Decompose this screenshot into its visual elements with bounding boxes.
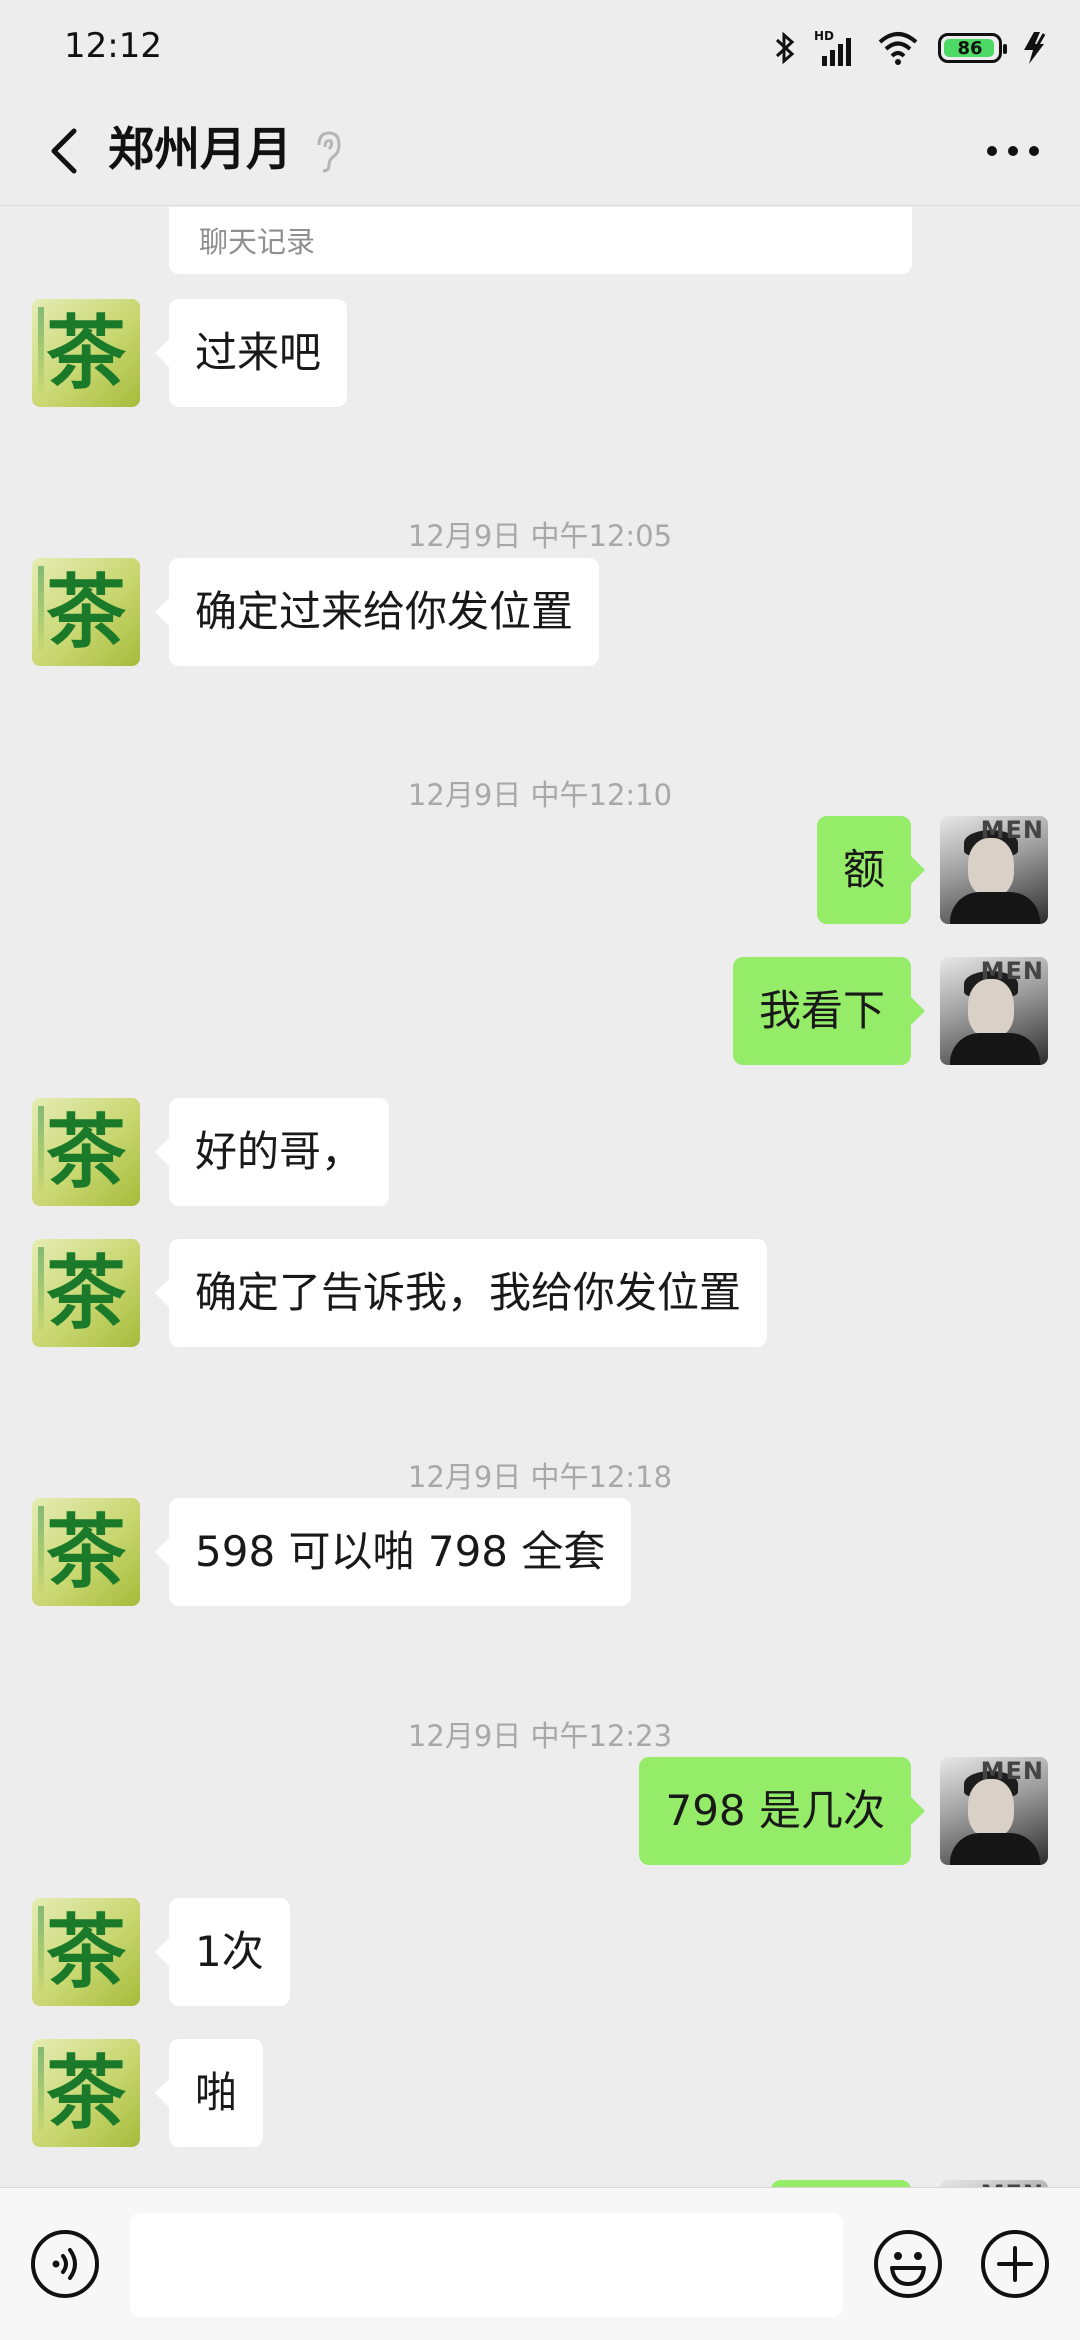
status-time: 12:12 bbox=[64, 26, 162, 66]
hd-signal-icon: HD bbox=[814, 29, 851, 66]
status-icons: HD 86 bbox=[774, 26, 1050, 70]
chevron-left-icon bbox=[51, 128, 77, 174]
contact-avatar[interactable]: 茶 bbox=[32, 1498, 140, 1606]
back-button[interactable] bbox=[28, 116, 98, 186]
svg-text:HD: HD bbox=[814, 29, 834, 43]
message-bubble[interactable]: 598 可以啪 798 全套 bbox=[154, 1498, 632, 1606]
chat-header: 郑州月月 bbox=[0, 96, 1080, 206]
contact-avatar[interactable]: 茶 bbox=[32, 2039, 140, 2147]
contact-avatar[interactable]: 茶 bbox=[32, 299, 140, 407]
my-avatar[interactable]: MEN bbox=[940, 2180, 1048, 2187]
my-avatar[interactable]: MEN bbox=[940, 1757, 1048, 1865]
message-bubble[interactable]: 确定过来给你发位置 bbox=[154, 558, 600, 666]
chat-title: 郑州月月 bbox=[108, 122, 292, 176]
ear-icon bbox=[306, 118, 350, 184]
message-timestamp: 12月9日 中午12:23 bbox=[407, 1719, 673, 1753]
emoji-button[interactable] bbox=[872, 2228, 944, 2300]
message-bubble[interactable] bbox=[771, 2180, 911, 2187]
message-input[interactable] bbox=[130, 2213, 843, 2317]
input-bar bbox=[0, 2187, 1080, 2340]
chat-record-card[interactable]: 聊天记录 bbox=[169, 207, 912, 274]
message-timestamp: 12月9日 中午12:10 bbox=[407, 778, 673, 812]
message-bubble[interactable]: 好的哥， bbox=[154, 1098, 390, 1206]
plus-button[interactable] bbox=[979, 2228, 1051, 2300]
chat-messages[interactable]: 聊天记录 茶 过来吧 12月9日 中午12:05 茶 确定过来给你发位置 12月… bbox=[0, 207, 1080, 2187]
voice-button[interactable] bbox=[29, 2228, 101, 2300]
wifi-icon bbox=[878, 32, 918, 65]
my-avatar[interactable]: MEN bbox=[940, 957, 1048, 1065]
chat-record-label: 聊天记录 bbox=[199, 225, 316, 259]
message-bubble[interactable]: 啪 bbox=[154, 2039, 264, 2147]
message-bubble[interactable]: 1次 bbox=[155, 1898, 290, 2006]
message-bubble[interactable]: 798 是几次 bbox=[639, 1757, 925, 1865]
more-dots-icon bbox=[987, 146, 1039, 156]
status-bar: 12:12 HD 86 bbox=[0, 0, 1080, 96]
battery-icon: 86 bbox=[938, 33, 1007, 63]
message-bubble[interactable]: 确定了告诉我，我给你发位置 bbox=[154, 1239, 768, 1347]
plus-icon bbox=[981, 2230, 1049, 2298]
my-avatar[interactable]: MEN bbox=[940, 816, 1048, 924]
message-bubble[interactable]: 我看下 bbox=[732, 957, 926, 1065]
bluetooth-icon bbox=[775, 31, 795, 65]
contact-avatar[interactable]: 茶 bbox=[32, 1098, 140, 1206]
message-bubble[interactable]: 额 bbox=[816, 816, 926, 924]
emoji-icon bbox=[874, 2230, 942, 2298]
contact-avatar[interactable]: 茶 bbox=[32, 558, 140, 666]
battery-level: 86 bbox=[957, 37, 983, 59]
contact-avatar[interactable]: 茶 bbox=[32, 1239, 140, 1347]
charging-icon bbox=[1024, 32, 1046, 64]
message-timestamp: 12月9日 中午12:18 bbox=[407, 1460, 673, 1494]
more-button[interactable] bbox=[968, 116, 1058, 186]
message-timestamp: 12月9日 中午12:05 bbox=[407, 519, 673, 553]
voice-icon bbox=[31, 2230, 99, 2298]
contact-avatar[interactable]: 茶 bbox=[32, 1898, 140, 2006]
message-bubble[interactable]: 过来吧 bbox=[154, 299, 348, 407]
